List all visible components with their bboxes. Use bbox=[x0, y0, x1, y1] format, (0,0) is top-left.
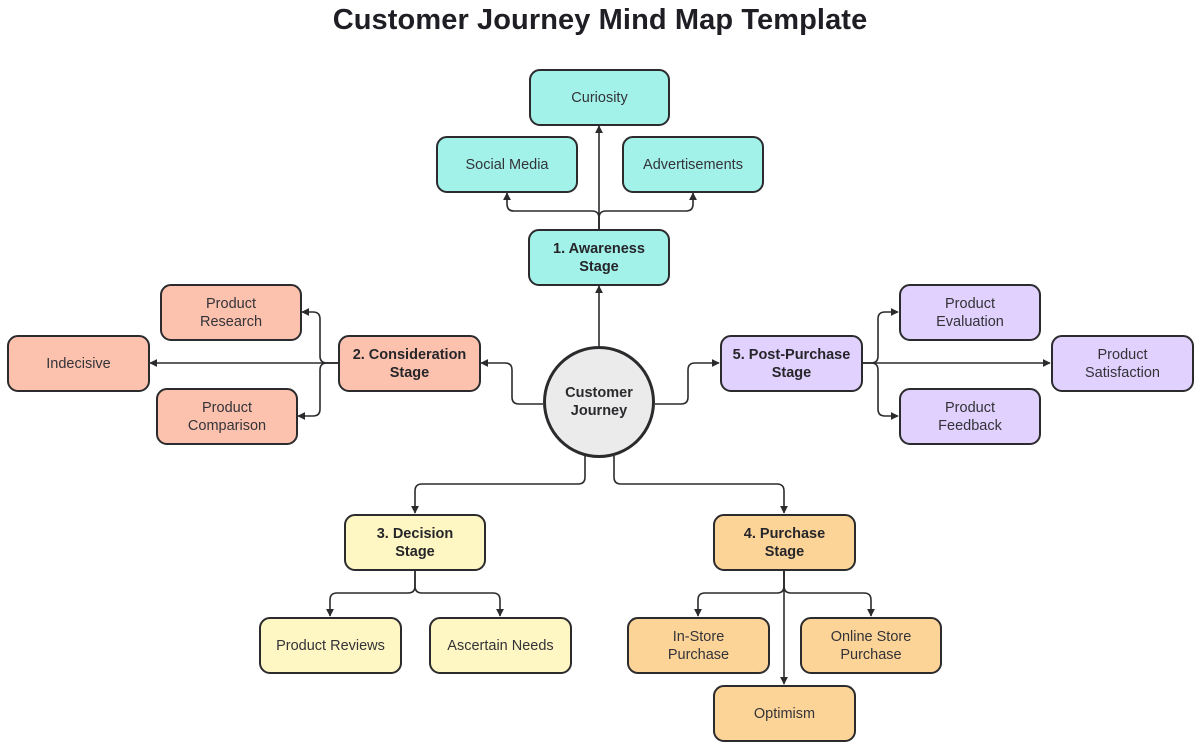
node-label: Online Store bbox=[830, 628, 912, 645]
node-product-evaluation[interactable]: Product Evaluation bbox=[899, 284, 1041, 341]
node-social-media[interactable]: Social Media bbox=[436, 136, 578, 193]
hub-line1: Customer bbox=[565, 385, 633, 401]
node-label: Comparison bbox=[187, 417, 267, 434]
stage-label: 2. Consideration bbox=[352, 346, 467, 363]
node-label: Product bbox=[945, 399, 995, 416]
edge-decision-needs bbox=[414, 570, 504, 617]
node-label: Advertisements bbox=[643, 156, 743, 173]
stage-label: 3. Decision bbox=[376, 525, 454, 542]
node-in-store-purchase[interactable]: In-Store Purchase bbox=[627, 617, 770, 674]
node-label: Product bbox=[945, 295, 995, 312]
edge-post-feedback bbox=[862, 362, 899, 420]
node-label: Optimism bbox=[753, 705, 816, 722]
node-label: Curiosity bbox=[571, 89, 628, 106]
node-product-reviews[interactable]: Product Reviews bbox=[259, 617, 402, 674]
node-indecisive[interactable]: Indecisive bbox=[7, 335, 150, 392]
node-consideration-stage[interactable]: 2. Consideration Stage bbox=[338, 335, 481, 392]
node-product-research[interactable]: Product Research bbox=[160, 284, 302, 341]
node-online-store-purchase[interactable]: Online Store Purchase bbox=[800, 617, 942, 674]
stage-label: 5. Post-Purchase bbox=[732, 346, 851, 363]
node-label: Product bbox=[202, 399, 252, 416]
edge-hub-decision bbox=[411, 456, 586, 514]
stage-label: Stage bbox=[395, 543, 435, 560]
node-label: Evaluation bbox=[936, 313, 1004, 330]
node-decision-stage[interactable]: 3. Decision Stage bbox=[344, 514, 486, 571]
node-label: Research bbox=[199, 313, 263, 330]
edge-awareness-advertisements bbox=[598, 192, 697, 229]
node-label: Ascertain Needs bbox=[447, 637, 554, 654]
edge-decision-reviews bbox=[326, 570, 416, 617]
edge-consideration-research bbox=[301, 308, 338, 364]
node-label: Product bbox=[206, 295, 256, 312]
hub-line2: Journey bbox=[570, 403, 628, 419]
edge-hub-post-purchase bbox=[655, 359, 720, 405]
node-label: Satisfaction bbox=[1085, 364, 1160, 381]
node-post-purchase-stage[interactable]: 5. Post-Purchase Stage bbox=[720, 335, 863, 392]
node-label: Purchase bbox=[667, 646, 730, 663]
node-product-satisfaction[interactable]: Product Satisfaction bbox=[1051, 335, 1194, 392]
node-advertisements[interactable]: Advertisements bbox=[622, 136, 764, 193]
node-optimism[interactable]: Optimism bbox=[713, 685, 856, 742]
node-ascertain-needs[interactable]: Ascertain Needs bbox=[429, 617, 572, 674]
node-purchase-stage[interactable]: 4. Purchase Stage bbox=[713, 514, 856, 571]
hub-customer-journey[interactable]: Customer Journey bbox=[543, 346, 655, 458]
stage-label: 4. Purchase bbox=[743, 525, 826, 542]
edge-post-evaluation bbox=[862, 308, 899, 364]
node-curiosity[interactable]: Curiosity bbox=[529, 69, 670, 126]
node-product-comparison[interactable]: Product Comparison bbox=[156, 388, 298, 445]
node-label: Feedback bbox=[938, 417, 1002, 434]
node-awareness-stage[interactable]: 1. Awareness Stage bbox=[528, 229, 670, 286]
stage-label: Stage bbox=[579, 258, 619, 275]
stage-label: Stage bbox=[771, 364, 812, 381]
node-label: Indecisive bbox=[46, 355, 111, 372]
edge-hub-purchase bbox=[613, 456, 788, 514]
node-label: Purchase bbox=[840, 646, 902, 663]
node-label: Product bbox=[1097, 346, 1148, 363]
edge-awareness-social-media bbox=[503, 192, 600, 229]
stage-label: Stage bbox=[389, 364, 430, 381]
stage-label: 1. Awareness bbox=[553, 240, 645, 257]
edge-consideration-comparison bbox=[297, 362, 338, 420]
node-label: Product Reviews bbox=[276, 637, 385, 654]
node-product-feedback[interactable]: Product Feedback bbox=[899, 388, 1041, 445]
edge-hub-consideration bbox=[480, 359, 543, 405]
edge-purchase-in-store bbox=[694, 570, 785, 617]
edge-purchase-online bbox=[783, 570, 875, 617]
stage-label: Stage bbox=[764, 543, 805, 560]
node-label: In-Store bbox=[672, 628, 725, 645]
node-label: Social Media bbox=[465, 156, 549, 173]
